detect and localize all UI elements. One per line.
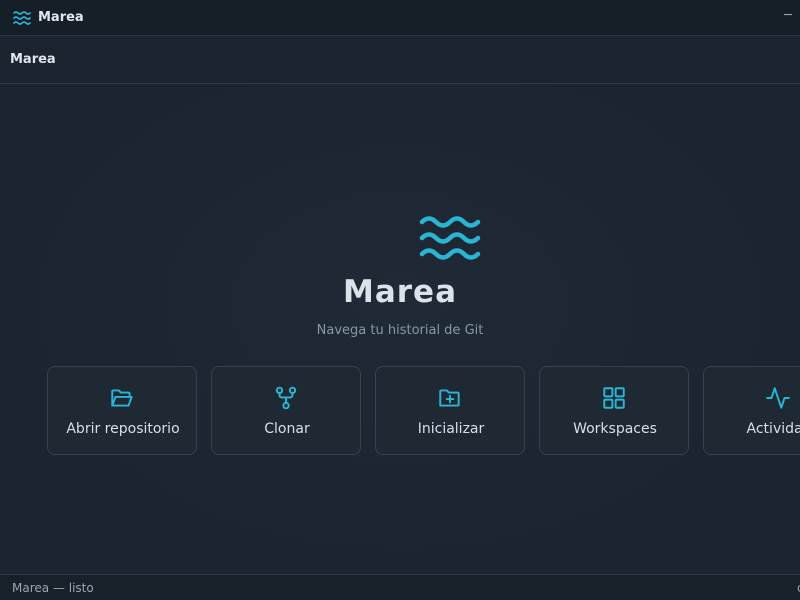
- activity-icon: [766, 387, 790, 409]
- toolbar: Marea: [0, 36, 800, 84]
- minimize-button[interactable]: ─: [784, 8, 800, 28]
- status-bar: Marea — listo c: [0, 574, 800, 600]
- open-repository-button[interactable]: Abrir repositorio: [47, 366, 197, 455]
- activity-button[interactable]: Actividad: [703, 366, 800, 455]
- workspaces-button[interactable]: Workspaces: [539, 366, 689, 455]
- grid-icon: [603, 387, 625, 409]
- toolbar-app-label: Marea: [10, 52, 56, 67]
- waves-icon: [13, 11, 31, 25]
- clone-label: Clonar: [264, 421, 310, 437]
- marea-logo-icon: [419, 216, 481, 260]
- workspaces-label: Workspaces: [573, 421, 657, 437]
- title-bar: Marea ─: [0, 0, 800, 36]
- welcome-screen: Marea Navega tu historial de Git Abrir r…: [0, 84, 800, 574]
- clone-button[interactable]: Clonar: [211, 366, 361, 455]
- initialize-button[interactable]: Inicializar: [375, 366, 525, 455]
- initialize-label: Inicializar: [417, 421, 485, 437]
- folder-open-icon: [111, 389, 133, 407]
- open-repository-label: Abrir repositorio: [66, 421, 180, 437]
- hero-subtitle: Navega tu historial de Git: [316, 323, 484, 338]
- window-title: Marea: [38, 10, 84, 25]
- folder-plus-icon: [439, 389, 460, 407]
- hero-title: Marea: [343, 274, 457, 310]
- status-text: Marea — listo: [12, 581, 94, 595]
- git-fork-icon: [275, 386, 297, 410]
- activity-label: Actividad: [746, 421, 800, 437]
